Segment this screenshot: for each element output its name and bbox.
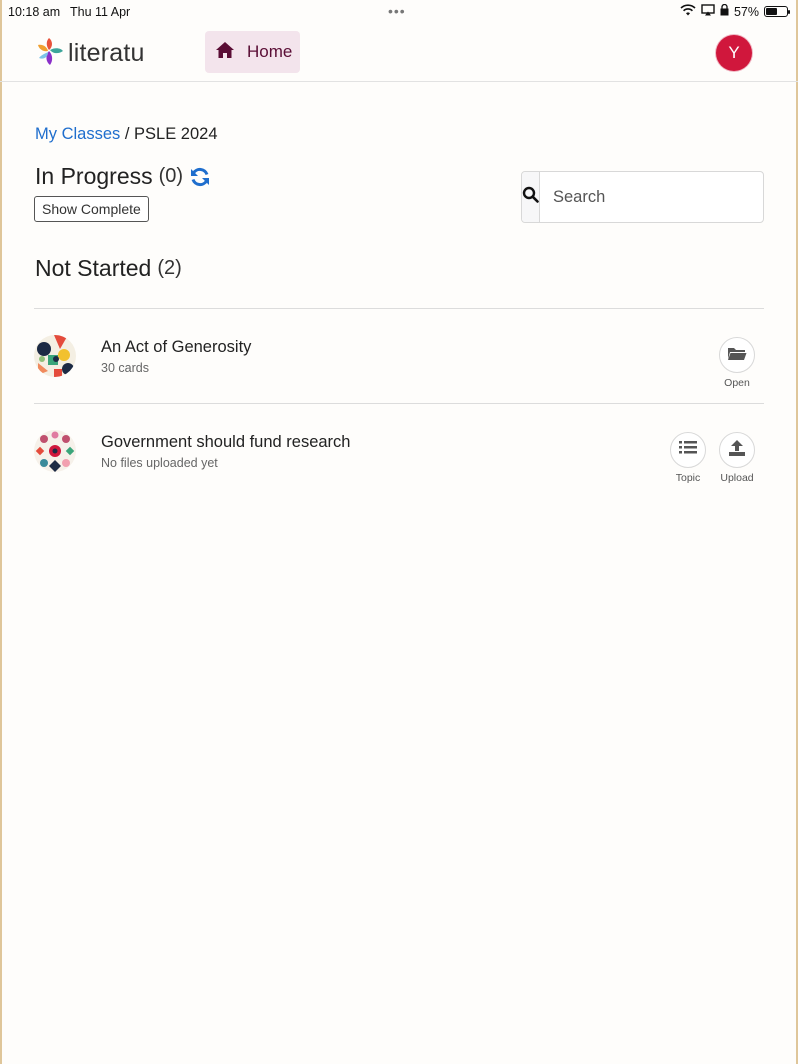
breadcrumb-current: PSLE 2024 — [134, 125, 218, 143]
in-progress-heading: In Progress (0) — [35, 163, 211, 190]
battery-icon — [764, 6, 790, 17]
not-started-title: Not Started — [35, 255, 152, 281]
status-bar: 10:18 am Thu 11 Apr ••• 57% — [0, 0, 798, 24]
logo-text: literatu — [68, 39, 145, 67]
status-time: 10:18 am — [8, 5, 61, 19]
list-icon — [679, 440, 697, 460]
upload-button[interactable]: Upload — [717, 432, 757, 484]
breadcrumb: My Classes / PSLE 2024 — [35, 125, 218, 144]
search-button[interactable] — [522, 172, 540, 222]
battery-fill — [766, 8, 777, 15]
breadcrumb-separator: / — [120, 125, 135, 143]
refresh-icon[interactable] — [189, 166, 211, 188]
list-item[interactable]: Government should fund research No files… — [34, 404, 764, 498]
task-thumbnail — [34, 430, 76, 472]
breadcrumb-my-classes-link[interactable]: My Classes — [35, 125, 120, 143]
search-icon — [522, 186, 539, 208]
home-label: Home — [247, 42, 293, 61]
folder-open-icon — [727, 345, 747, 366]
in-progress-title: In Progress — [35, 163, 153, 189]
top-navbar: literatu Home Y — [0, 24, 798, 82]
search-input[interactable] — [540, 172, 773, 222]
literatu-logo-icon — [36, 36, 66, 71]
item-title[interactable]: Government should fund research — [101, 433, 350, 452]
open-label: Open — [724, 377, 750, 389]
wifi-icon — [680, 4, 696, 19]
item-subtitle: 30 cards — [101, 361, 149, 375]
home-button[interactable]: Home — [205, 31, 300, 73]
upload-icon — [728, 439, 746, 462]
lock-rotation-icon — [720, 3, 729, 19]
topic-button[interactable]: Topic — [668, 432, 708, 484]
task-thumbnail — [34, 335, 76, 377]
user-avatar[interactable]: Y — [716, 35, 752, 71]
in-progress-count: (0) — [158, 165, 184, 187]
home-icon — [215, 41, 235, 64]
battery-percent: 57% — [733, 4, 759, 19]
status-icons: 57% — [680, 3, 790, 19]
multitask-dots[interactable]: ••• — [388, 3, 406, 19]
screen-edge-left — [0, 0, 2, 1064]
upload-label: Upload — [720, 472, 754, 484]
not-started-count: (2) — [157, 257, 182, 279]
show-complete-button[interactable]: Show Complete — [34, 196, 149, 222]
search-box — [521, 171, 773, 223]
not-started-heading: Not Started (2) — [35, 255, 182, 282]
item-title[interactable]: An Act of Generosity — [101, 338, 251, 357]
screen-mirror-icon — [701, 4, 715, 19]
open-button[interactable]: Open — [717, 337, 757, 389]
status-date: Thu 11 Apr — [70, 5, 131, 19]
item-subtitle: No files uploaded yet — [101, 456, 218, 470]
list-item[interactable]: An Act of Generosity 30 cards Open — [34, 309, 764, 403]
topic-label: Topic — [675, 472, 701, 484]
app-logo[interactable]: literatu — [36, 36, 145, 71]
